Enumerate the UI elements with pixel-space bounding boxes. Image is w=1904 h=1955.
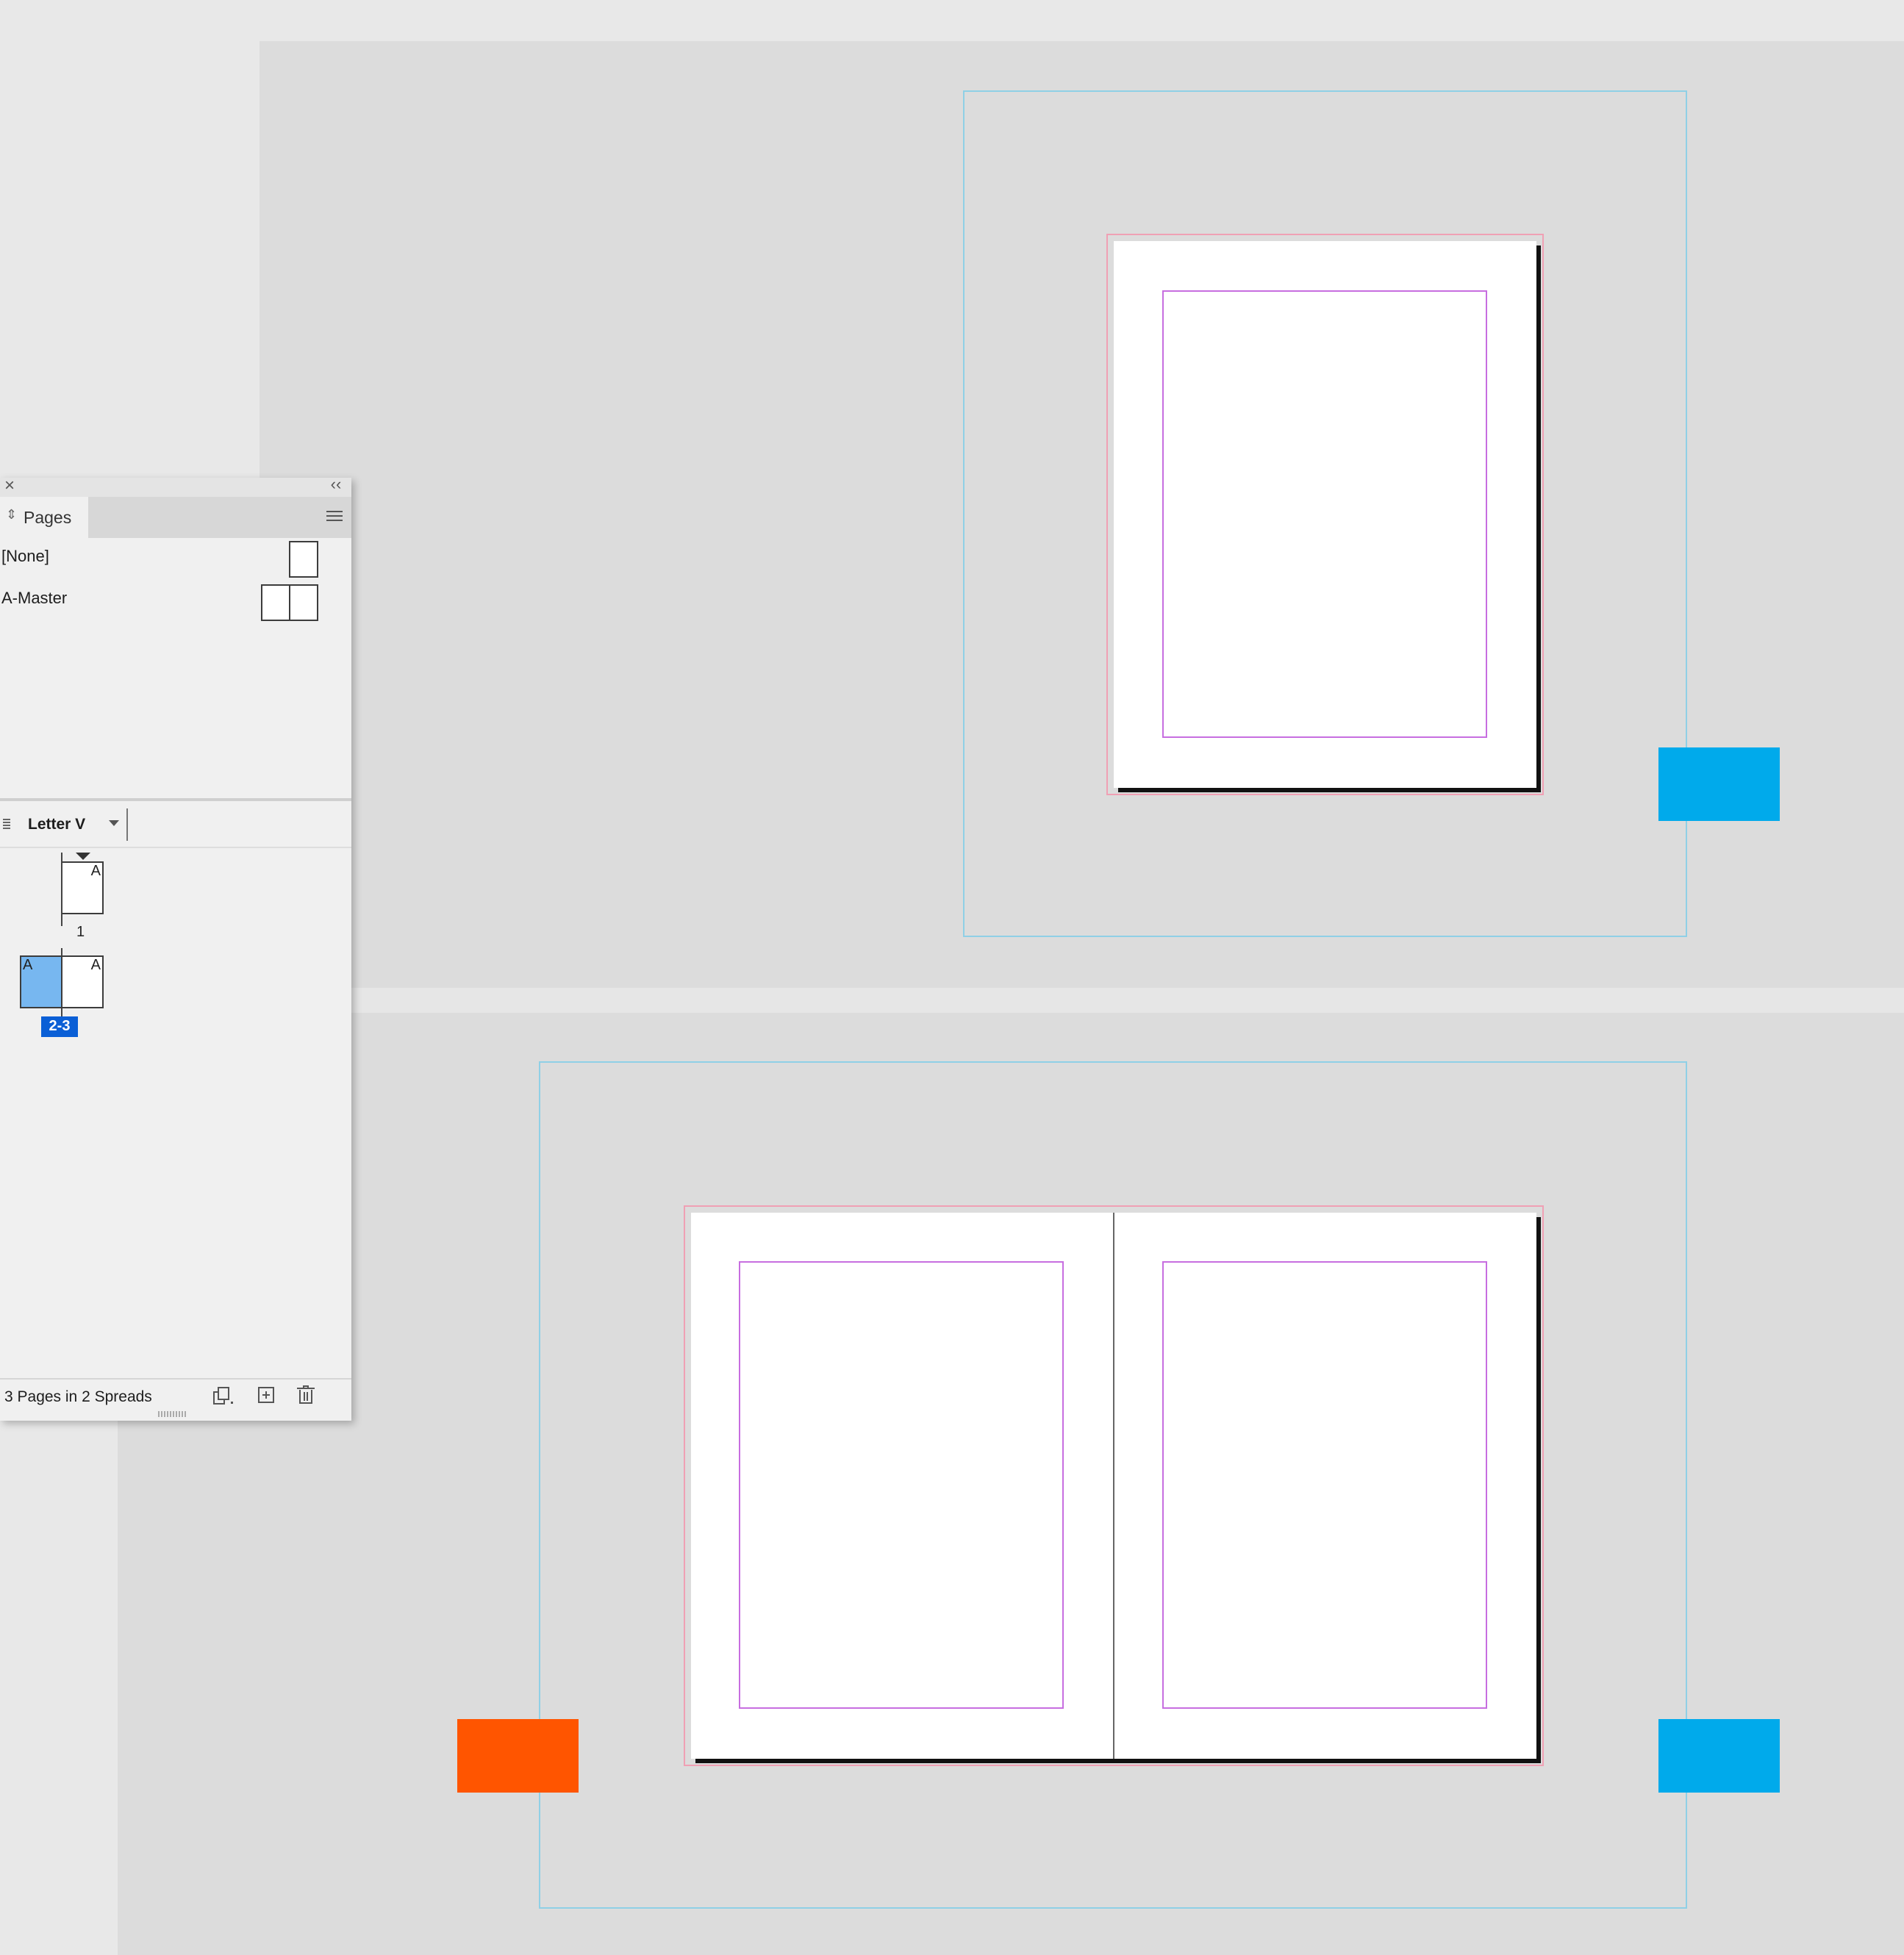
- color-tab-blue-spread-1: [1658, 747, 1780, 821]
- page-3-thumbnail[interactable]: A: [61, 955, 104, 1008]
- panel-tab-row: ⇕ Pages: [0, 497, 351, 538]
- page-1-number: 1: [76, 924, 85, 940]
- spread-2-3-number[interactable]: 2-3: [41, 1016, 78, 1037]
- page-3-master-prefix: A: [90, 957, 101, 973]
- pages-status-text: 3 Pages in 2 Spreads: [4, 1388, 152, 1405]
- margin-guide-page-1: [1162, 290, 1487, 738]
- pages-panel: × ‹‹ ⇕ Pages [None] A-Master Letter V A …: [0, 476, 351, 1421]
- page-2-thumbnail[interactable]: A: [20, 955, 62, 1008]
- tab-pages-label: Pages: [24, 508, 72, 527]
- page-size-select[interactable]: Letter V: [28, 816, 85, 833]
- color-tab-blue-spread-2: [1658, 1719, 1780, 1793]
- panel-resize-grip[interactable]: [158, 1411, 187, 1417]
- a-master-thumbnail-right[interactable]: [289, 584, 318, 621]
- color-tab-orange-spread-2: [457, 1719, 579, 1793]
- spine-line: [1113, 1213, 1114, 1759]
- close-icon[interactable]: ×: [1, 477, 18, 496]
- spread-divider: [260, 988, 1904, 1013]
- margin-guide-page-2: [739, 1261, 1064, 1709]
- delete-page-icon[interactable]: [297, 1385, 315, 1405]
- margin-guide-page-3: [1162, 1261, 1487, 1709]
- page-1-marker-icon: [76, 853, 90, 860]
- a-master-thumbnail-left[interactable]: [261, 584, 290, 621]
- hamburger-menu-icon[interactable]: [326, 511, 343, 523]
- page-1-spine: [61, 853, 62, 926]
- pages-toolbar: Letter V: [0, 801, 351, 848]
- master-none-thumbnail[interactable]: [289, 541, 318, 578]
- tab-pages[interactable]: ⇕ Pages: [0, 497, 88, 538]
- a-master-label[interactable]: A-Master: [1, 589, 67, 608]
- toolbar-divider: [126, 808, 128, 841]
- page-1-master-prefix: A: [90, 863, 101, 879]
- grip-icon: [3, 819, 10, 831]
- master-none-label[interactable]: [None]: [1, 547, 49, 566]
- new-page-icon[interactable]: [258, 1387, 274, 1403]
- panel-title-bar: × ‹‹: [0, 476, 351, 497]
- chevron-down-icon[interactable]: [109, 820, 119, 826]
- page-2-master-prefix: A: [23, 957, 33, 973]
- double-chevron-left-icon[interactable]: ‹‹: [326, 476, 346, 495]
- page-1-thumbnail[interactable]: A: [61, 861, 104, 914]
- edit-page-size-icon[interactable]: [210, 1385, 234, 1406]
- tab-sort-icon: ⇕: [6, 507, 18, 522]
